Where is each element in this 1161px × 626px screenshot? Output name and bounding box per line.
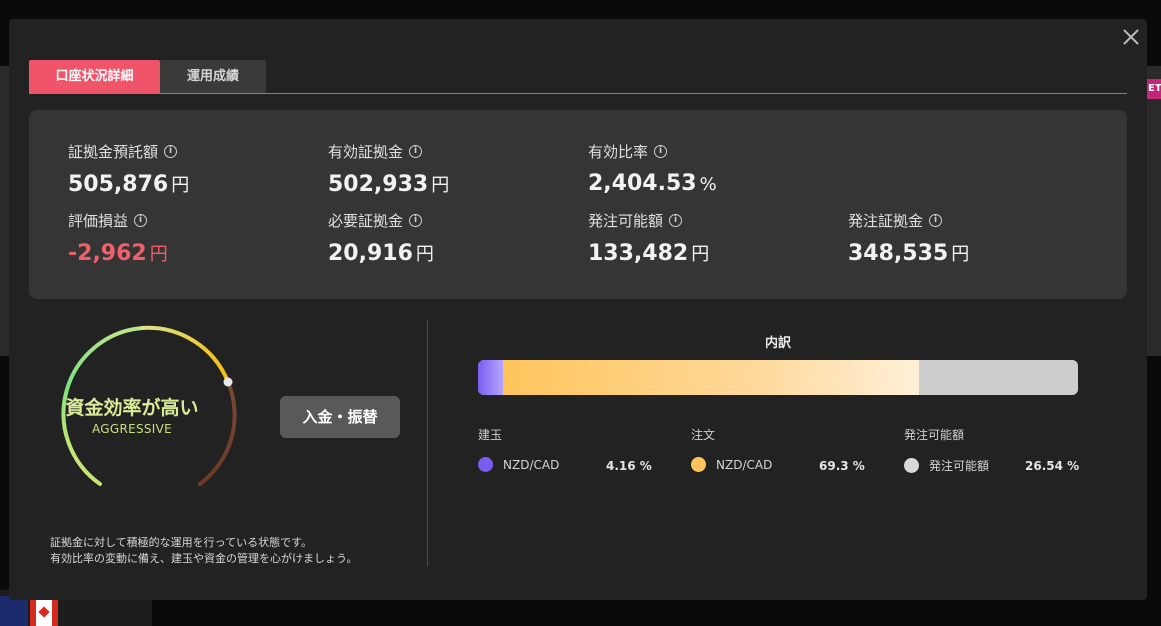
metric-label: 必要証拠金: [328, 212, 404, 230]
breakdown-bar-segment: [478, 360, 503, 395]
info-icon[interactable]: i: [134, 214, 148, 227]
purple-dot-icon: [478, 457, 493, 472]
breakdown-bar: [478, 360, 1078, 395]
metric-value: -2,962 円: [68, 241, 168, 266]
account-status-modal: [9, 19, 1147, 600]
metric-label: 発注証拠金: [848, 212, 924, 230]
info-icon[interactable]: i: [669, 214, 683, 227]
legend-item: 発注可能額: [929, 459, 990, 473]
metric-deposit: 証拠金預託額 i 505,876 円: [68, 141, 189, 197]
section-divider: [427, 320, 428, 566]
metric-required-margin: 必要証拠金 i 20,916 円: [328, 210, 434, 266]
metric-value: 502,933 円: [328, 172, 450, 197]
info-icon[interactable]: i: [409, 145, 423, 158]
breakdown-bar-segment: [918, 360, 1078, 395]
tab-bar: 口座状況詳細 運用成績: [29, 60, 1127, 94]
breakdown-title: 内訳: [764, 336, 791, 351]
legend-orderable: 発注可能額 発注可能額: [904, 428, 990, 473]
legend-percent-orderable: 26.54 %: [1025, 459, 1080, 473]
gray-dot-icon: [904, 458, 919, 473]
metric-value: 2,404.53%: [588, 171, 717, 196]
status-description: 証拠金に対して積極的な運用を行っている状態です。 有効比率の変動に備え、建玉や資…: [50, 536, 358, 565]
info-icon[interactable]: i: [164, 145, 178, 158]
metric-label: 評価損益: [68, 212, 129, 230]
gauge-indicator: [223, 377, 233, 387]
gauge-title: 資金効率が高い: [65, 397, 199, 419]
account-summary-panel: [29, 110, 1127, 299]
legend-item: NZD/CAD: [716, 457, 773, 472]
gauge-subtitle: AGGRESSIVE: [91, 422, 173, 436]
metric-label: 発注可能額: [588, 212, 664, 230]
metric-label: 有効比率: [588, 143, 649, 161]
metric-orderable-amount: 発注可能額 i 133,482 円: [588, 210, 709, 266]
tab-performance[interactable]: 運用成績: [160, 60, 266, 93]
tab-account-details[interactable]: 口座状況詳細: [29, 60, 160, 93]
legend-percent-positions: 4.16 %: [606, 459, 652, 473]
ca-flag-icon: [30, 596, 58, 626]
metric-value: 505,876 円: [68, 172, 190, 197]
deposit-transfer-button[interactable]: 入金・振替: [280, 396, 400, 438]
legend-percent-orders: 69.3 %: [819, 459, 865, 473]
breakdown-bar-segment: [502, 360, 919, 395]
metric-label: 証拠金預託額: [68, 143, 159, 161]
metric-unrealized-pl: 評価損益 i -2,962 円: [68, 210, 168, 266]
info-icon[interactable]: i: [409, 214, 423, 227]
legend-positions: 建玉 NZD/CAD: [478, 428, 560, 472]
background-badge: ET: [1147, 79, 1161, 99]
gauge-arc-mid: [140, 325, 230, 384]
metric-effective-ratio: 有効比率 i 2,404.53%: [588, 141, 717, 196]
background-panel-right: [1147, 66, 1161, 356]
info-icon[interactable]: i: [929, 214, 943, 227]
legend-orders: 注文 NZD/CAD: [691, 428, 773, 472]
nz-flag-icon: [0, 596, 28, 626]
close-icon[interactable]: [1121, 27, 1141, 47]
legend-item: NZD/CAD: [503, 457, 560, 472]
metric-effective-margin: 有効証拠金 i 502,933 円: [328, 141, 449, 197]
yellow-dot-icon: [691, 457, 706, 472]
info-icon[interactable]: i: [654, 145, 668, 158]
metric-value: 348,535 円: [848, 241, 970, 266]
metric-value: 20,916 円: [328, 241, 434, 266]
metric-label: 有効証拠金: [328, 143, 404, 161]
metric-value: 133,482 円: [588, 241, 710, 266]
metric-order-margin: 発注証拠金 i 348,535 円: [848, 210, 969, 266]
